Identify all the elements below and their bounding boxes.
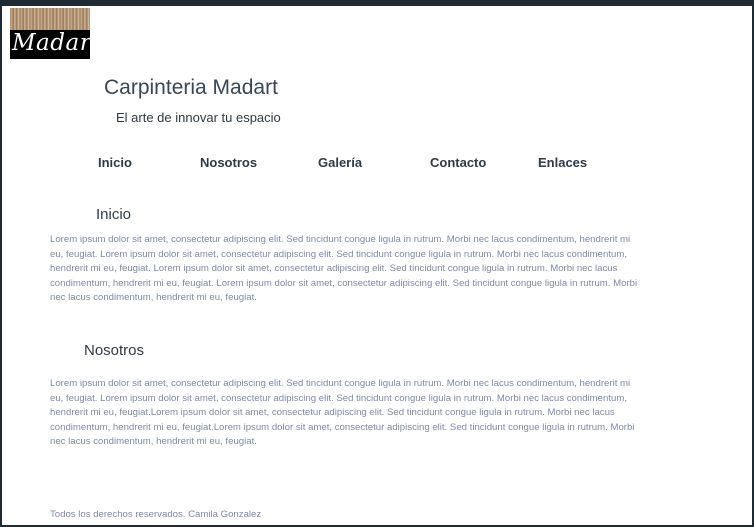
nav-item-inicio[interactable]: Inicio [98,155,132,170]
nav-item-nosotros[interactable]: Nosotros [200,155,257,170]
section-heading-nosotros: Nosotros [84,342,145,359]
section-heading-inicio: Inicio [96,206,132,223]
nav-item-enlaces[interactable]: Enlaces [538,155,587,170]
nav-item-contacto[interactable]: Contacto [430,155,486,170]
section-text-nosotros: Lorem ipsum dolor sit amet, consectetur … [50,378,635,447]
wood-texture-image [10,8,90,30]
nav-item-galeria[interactable]: Galería [318,155,362,170]
section-text-inicio: Lorem ipsum dolor sit amet, consectetur … [50,234,638,303]
site-tagline: El arte de innovar tu espacio [116,110,281,125]
site-title: Carpinteria Madart [104,76,278,99]
footer-text: Todos los derechos reservados. Camila Go… [50,509,262,520]
logo-text: Madart [12,30,90,56]
logo[interactable]: Madart [10,8,90,59]
